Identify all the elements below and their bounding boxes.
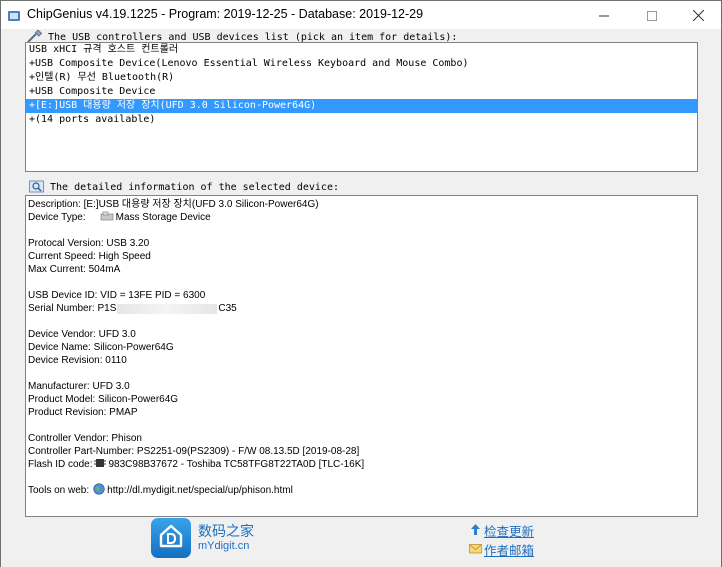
detail-manufacturer: Manufacturer: UFD 3.0 xyxy=(28,381,130,392)
detail-usb-device-id: USB Device ID: VID = 13FE PID = 6300 xyxy=(28,290,206,301)
close-button[interactable] xyxy=(675,1,721,29)
device-list-item-selected[interactable]: +[E:]USB 대용량 저장 장치(UFD 3.0 Silicon-Power… xyxy=(26,99,697,113)
detail-description: Description: [E:]USB 대용량 저장 장치(UFD 3.0 S… xyxy=(28,199,319,210)
app-icon xyxy=(7,8,21,22)
maximize-icon xyxy=(647,6,657,25)
usb-drive-icon xyxy=(100,211,114,225)
device-list[interactable]: USB xHCI 규격 호스트 컨트롤러 +USB Composite Devi… xyxy=(25,42,698,172)
check-update-label: 检查更新 xyxy=(484,524,535,539)
device-list-item[interactable]: +(14 ports available) xyxy=(26,113,697,127)
device-list-item[interactable]: +USB Composite Device(Lenovo Essential W… xyxy=(26,57,697,71)
detail-product-model: Product Model: Silicon-Power64G xyxy=(28,394,179,405)
detail-serial-number: Serial Number: P1S C35 xyxy=(28,302,697,315)
chipgenius-window: ChipGenius v4.19.1225 - Program: 2019-12… xyxy=(0,0,722,567)
device-list-item[interactable]: +인텔(R) 무선 Bluetooth(R) xyxy=(26,71,697,85)
window-title: ChipGenius v4.19.1225 - Program: 2019-12… xyxy=(27,7,424,21)
detail-tools-on-web: Tools on web: http://dl.mydigit.net/spec… xyxy=(28,482,697,499)
title-bar[interactable]: ChipGenius v4.19.1225 - Program: 2019-12… xyxy=(1,1,721,29)
envelope-icon xyxy=(469,542,482,557)
mydigit-name-en[interactable]: mYdigit.cn xyxy=(198,540,249,552)
minimize-icon xyxy=(599,6,609,25)
device-list-item[interactable]: +USB Composite Device xyxy=(26,85,697,99)
detail-protocol-version: Protocal Version: USB 3.20 xyxy=(28,238,150,249)
details-label: The detailed information of the selected… xyxy=(29,180,339,194)
details-label-text: The detailed information of the selected… xyxy=(50,181,339,193)
author-mail-label: 作者邮箱 xyxy=(484,543,535,558)
globe-icon xyxy=(93,482,105,499)
detail-device-vendor: Device Vendor: UFD 3.0 xyxy=(28,329,136,340)
serial-suffix: C35 xyxy=(218,303,237,314)
device-details-textbox[interactable]: Description: [E:]USB 대용량 저장 장치(UFD 3.0 S… xyxy=(25,195,698,517)
tools-label: Tools on web: xyxy=(28,485,90,496)
flash-id-value: 983C98B37672 - Toshiba TC58TFG8T22TA0D [… xyxy=(108,459,365,470)
device-list-item[interactable]: USB xHCI 규격 호스트 컨트롤러 xyxy=(26,43,697,57)
maximize-button[interactable] xyxy=(629,1,675,29)
detail-max-current: Max Current: 504mA xyxy=(28,264,121,275)
mydigit-name-cn[interactable]: 数码之家 xyxy=(198,521,254,541)
detail-controller-vendor: Controller Vendor: Phison xyxy=(28,433,142,444)
flash-chip-icon xyxy=(94,458,107,472)
device-type-value: Mass Storage Device xyxy=(115,212,211,223)
mydigit-logo-icon xyxy=(157,522,185,554)
magnifier-icon xyxy=(29,180,45,194)
footer xyxy=(1,518,721,567)
minimize-button[interactable] xyxy=(581,1,627,29)
detail-current-speed: Current Speed: High Speed xyxy=(28,251,151,262)
check-update-link[interactable]: 检查更新 xyxy=(469,521,534,540)
flash-id-label: Flash ID code: xyxy=(28,459,93,470)
mydigit-logo[interactable] xyxy=(151,518,191,558)
serial-redaction xyxy=(117,303,218,314)
tools-url-link[interactable]: http://dl.mydigit.net/special/up/phison.… xyxy=(107,484,293,497)
serial-prefix: Serial Number: P1S xyxy=(28,303,117,314)
close-icon xyxy=(692,6,704,25)
detail-device-revision: Device Revision: 0110 xyxy=(28,355,127,366)
detail-controller-part: Controller Part-Number: PS2251-09(PS2309… xyxy=(28,446,360,457)
author-mail-link[interactable]: 作者邮箱 xyxy=(469,540,534,559)
up-arrow-icon xyxy=(469,523,482,539)
device-list-label-text: The USB controllers and USB devices list… xyxy=(48,31,458,43)
detail-product-revision: Product Revision: PMAP xyxy=(28,407,138,418)
detail-device-name: Device Name: Silicon-Power64G xyxy=(28,342,174,353)
device-type-label: Device Type: xyxy=(28,212,86,223)
detail-flash-id: Flash ID code: 983C98B37672 - Toshiba TC… xyxy=(28,458,697,471)
detail-device-type: Device Type: Mass Storage Device xyxy=(28,211,697,224)
